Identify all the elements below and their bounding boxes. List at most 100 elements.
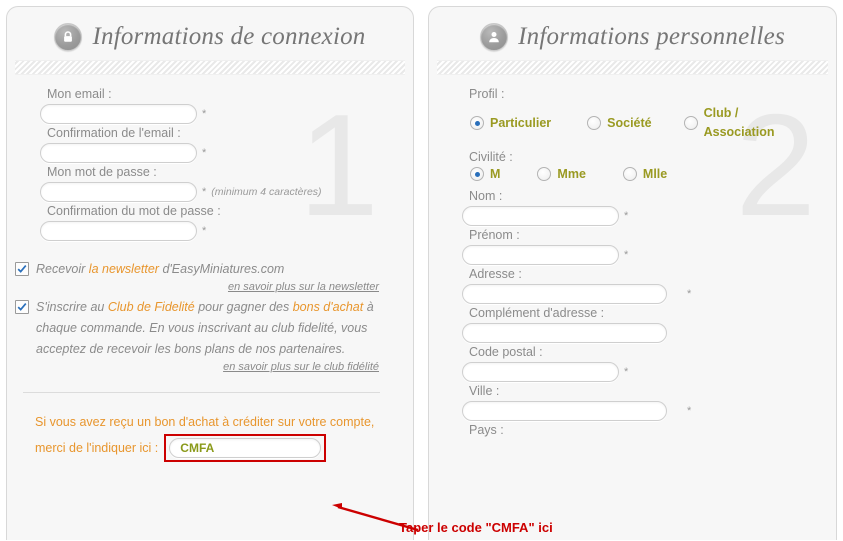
radio-option-mme[interactable]: Mme (537, 167, 586, 181)
field-mon-email: Mon email : * (40, 87, 413, 124)
field-confirmation-email: Confirmation de l'email : * (40, 126, 413, 163)
required-marker: * (624, 209, 629, 222)
loyalty-more-link[interactable]: en savoir plus sur le club fidélité (15, 361, 379, 373)
radio-option-mlle[interactable]: Mlle (622, 167, 668, 181)
field-adresse: Adresse : * (462, 267, 836, 304)
label-adresse: Adresse : (469, 267, 522, 281)
password-hint: (minimum 4 caractères) (211, 186, 322, 198)
radio-mlle[interactable] (622, 167, 637, 181)
voucher-line1: Si vous avez reçu un bon d'achat à crédi… (35, 415, 375, 429)
loyalty-seg4: bons d'achat (292, 300, 364, 314)
radio-label-particulier: Particulier (490, 116, 552, 130)
voucher-line2: merci de l'indiquer ici : (35, 440, 159, 455)
radio-club-association[interactable] (683, 116, 698, 130)
required-marker: * (687, 287, 692, 300)
field-prenom: Prénom : * (462, 228, 836, 265)
newsletter-checkbox-row[interactable]: Recevoir la newsletter d'EasyMiniatures.… (15, 259, 379, 280)
radio-label-societe: Société (607, 116, 652, 130)
login-info-title: Informations de connexion (92, 23, 366, 50)
newsletter-text-before: Recevoir (36, 262, 89, 276)
loyalty-checkbox-row[interactable]: S'inscrire au Club de Fidelité pour gagn… (15, 297, 379, 360)
radio-label-m: M (490, 167, 501, 181)
label-ville: Ville : (469, 384, 500, 398)
label-confirmation-mot-de-passe: Confirmation du mot de passe : (47, 204, 221, 218)
field-ville: Ville : * (462, 384, 836, 421)
radio-option-particulier[interactable]: Particulier (470, 116, 551, 130)
lock-icon (54, 23, 83, 51)
personal-info-title: Informations personnelles (518, 23, 785, 50)
required-marker: * (202, 107, 207, 120)
personal-info-header: Informations personnelles (429, 7, 836, 51)
required-marker: * (202, 146, 207, 159)
newsletter-highlight: la newsletter (88, 262, 159, 276)
loyalty-seg1: S'inscrire au (36, 300, 108, 314)
radio-option-societe[interactable]: Société (587, 116, 652, 130)
required-marker: * (624, 365, 629, 378)
field-pays: Pays : (462, 423, 836, 437)
input-code-postal[interactable] (462, 362, 619, 382)
input-confirmation-mot-de-passe[interactable] (40, 221, 197, 241)
field-nom: Nom : * (462, 189, 836, 226)
input-mot-de-passe[interactable] (40, 182, 197, 202)
label-nom: Nom : (469, 189, 503, 203)
label-complement-adresse: Complément d'adresse : (469, 306, 605, 320)
checkbox-loyalty[interactable] (15, 300, 29, 314)
field-code-postal: Code postal : * (462, 345, 836, 382)
radio-label-mme: Mme (557, 167, 586, 181)
annotation-text: Taper le code "CMFA" ici (399, 520, 553, 535)
radio-group-profil: Particulier Société Club / Association (470, 104, 836, 142)
field-complement-adresse: Complément d'adresse : (462, 306, 836, 343)
radio-societe[interactable] (587, 116, 602, 130)
label-profil: Profil : (469, 87, 505, 101)
label-mot-de-passe: Mon mot de passe : (47, 165, 157, 179)
input-voucher-code[interactable] (169, 438, 322, 458)
radio-label-mlle: Mlle (642, 167, 668, 181)
input-prenom[interactable] (462, 245, 619, 265)
required-marker: * (202, 185, 207, 198)
loyalty-seg2: Club de Fidelité (107, 300, 195, 314)
input-mon-email[interactable] (40, 104, 197, 124)
personal-fields: Profil : Particulier Société Club / Asso… (429, 75, 836, 437)
header-divider-right (437, 60, 828, 75)
section-divider (23, 392, 380, 393)
loyalty-label: S'inscrire au Club de Fidelité pour gagn… (36, 297, 379, 360)
radio-label-club-association: Club / Association (703, 106, 775, 139)
label-civilite: Civilité : (469, 150, 513, 164)
radio-option-m[interactable]: M (470, 167, 500, 181)
header-divider-left (15, 60, 405, 75)
options-block: Recevoir la newsletter d'EasyMiniatures.… (15, 259, 380, 393)
login-info-header: Informations de connexion (7, 7, 413, 51)
radio-option-club-association[interactable]: Club / Association (683, 104, 775, 142)
required-marker: * (624, 248, 629, 261)
label-mon-email: Mon email : (47, 87, 112, 101)
login-info-panel: 1 Informations de connexion Mon email : (6, 6, 414, 540)
input-adresse[interactable] (462, 284, 667, 304)
checkbox-newsletter[interactable] (15, 262, 29, 276)
radio-particulier[interactable] (470, 116, 484, 130)
login-fields: Mon email : * Confirmation de l'email : … (7, 75, 413, 241)
voucher-input-highlight (164, 434, 327, 462)
radio-group-civilite: M Mme Mlle (470, 167, 836, 181)
registration-page: 1 Informations de connexion Mon email : (0, 0, 843, 541)
newsletter-label: Recevoir la newsletter d'EasyMiniatures.… (36, 259, 284, 280)
label-confirmation-email: Confirmation de l'email : (47, 126, 181, 140)
newsletter-more-link[interactable]: en savoir plus sur la newsletter (15, 281, 379, 293)
voucher-section: Si vous avez reçu un bon d'achat à crédi… (35, 411, 405, 462)
label-prenom: Prénom : (469, 228, 520, 242)
radio-m[interactable] (470, 167, 484, 181)
user-icon (480, 23, 509, 51)
input-complement-adresse[interactable] (462, 323, 667, 343)
input-confirmation-email[interactable] (40, 143, 197, 163)
required-marker: * (202, 224, 207, 237)
input-nom[interactable] (462, 206, 619, 226)
personal-info-panel: 2 Informations personnelles Profil : Par… (428, 6, 837, 540)
label-code-postal: Code postal : (469, 345, 543, 359)
loyalty-seg3: pour gagner des (194, 300, 293, 314)
field-mot-de-passe: Mon mot de passe : * (minimum 4 caractèr… (40, 165, 413, 202)
input-ville[interactable] (462, 401, 667, 421)
newsletter-text-after: d'EasyMiniatures.com (158, 262, 285, 276)
radio-mme[interactable] (537, 167, 552, 181)
label-pays: Pays : (469, 423, 504, 437)
required-marker: * (687, 404, 692, 417)
field-confirmation-mot-de-passe: Confirmation du mot de passe : * (40, 204, 413, 241)
